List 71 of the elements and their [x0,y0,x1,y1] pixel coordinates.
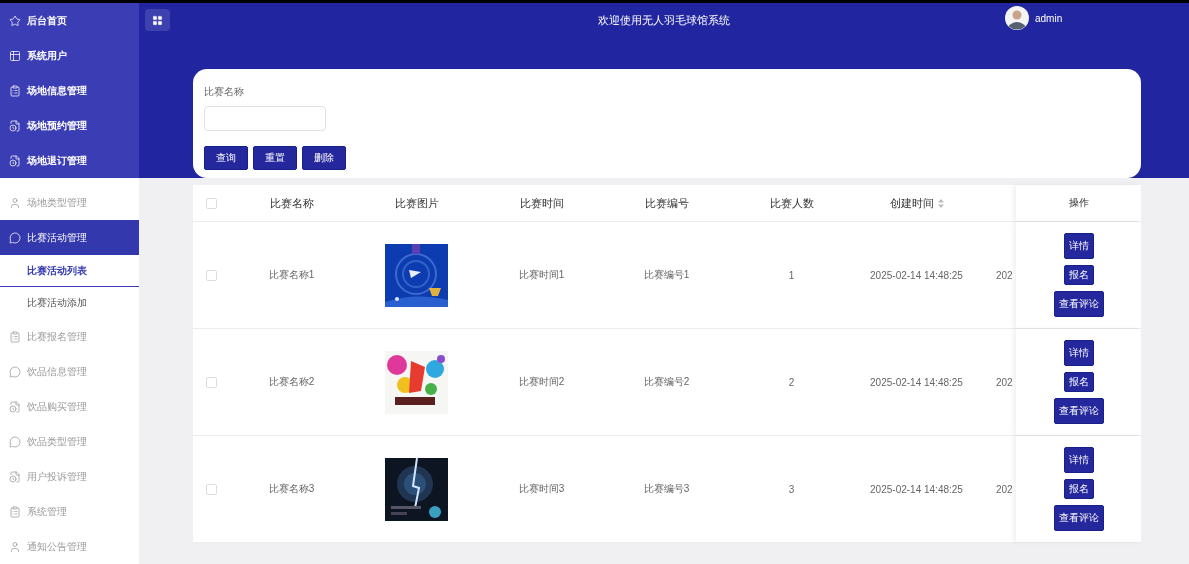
table-cell: 2025-02-14 14:48:25 [870,483,963,495]
table-cell: 比赛编号2 [643,375,690,389]
checkbox[interactable] [205,269,217,281]
input-field[interactable] [204,106,326,131]
table-cell-text: 202 [995,376,1014,388]
sidebar-item[interactable]: 比赛活动管理 [0,220,139,255]
table-cell: 比赛编号3 [643,482,690,496]
document-clock-icon [9,154,21,167]
action-button[interactable]: 报名 [1063,265,1094,285]
action-button[interactable]: 删除 [302,146,346,170]
action-button[interactable]: 查询 [204,146,248,170]
table-cell: 2025-02-14 14:48:25 [870,376,963,388]
action-button[interactable]: 详情 [1063,340,1094,366]
sidebar-item[interactable]: 场地退订管理 [0,143,139,178]
column-header: 比赛时间 [519,195,564,211]
chat-bubble-icon [9,231,21,244]
table-cell-text: 202 [995,269,1014,281]
action-button[interactable]: 报名 [1063,479,1094,499]
sort-icon[interactable] [937,198,944,208]
table-cell-text: 202 [995,483,1014,495]
document-clock-icon [9,119,21,132]
column-header: 比赛人数 [769,195,814,211]
table-cell: 比赛时间3 [518,482,565,496]
chat-bubble-icon [9,365,21,378]
sidebar-subitem[interactable]: 比赛活动添加 [0,287,139,319]
sidebar-item[interactable]: 后台首页 [0,3,139,38]
chat-bubble-icon [9,435,21,448]
table-cell: 比赛名称1 [268,268,315,282]
column-header: 操作 [1068,196,1089,210]
clipboard-icon [9,505,21,518]
column-header: 比赛名称 [269,195,314,211]
user-name[interactable]: admin [1035,12,1063,24]
column-header: 比赛图片 [394,195,439,211]
user-icon [9,196,21,209]
grid-icon [9,49,21,62]
star-icon [9,14,21,27]
action-button[interactable]: 重置 [253,146,297,170]
grid-icon [152,14,163,26]
document-clock-icon [9,400,21,413]
table-cell: 比赛时间1 [518,268,565,282]
action-button[interactable]: 查看评论 [1053,291,1104,317]
table-cell: 3 [788,483,795,495]
action-button[interactable]: 详情 [1063,447,1094,473]
table-cell: 比赛名称3 [268,482,315,496]
avatar[interactable] [1005,6,1029,30]
table-cell: 比赛编号1 [643,268,690,282]
sidebar-item[interactable]: 场地预约管理 [0,108,139,143]
table-cell: 1 [788,269,795,281]
checkbox[interactable] [205,376,217,388]
document-clock-icon [9,470,21,483]
clipboard-icon [9,84,21,97]
table-cell: 比赛名称2 [268,375,315,389]
table-cell: 比赛时间2 [518,375,565,389]
column-header[interactable]: 创建时间 [889,195,934,211]
user-icon [9,540,21,553]
field-label: 比赛名称 [204,85,245,99]
clipboard-icon [9,330,21,343]
checkbox[interactable] [205,483,217,495]
table-cell: 2025-02-14 14:48:25 [870,269,963,281]
sidebar-subitem[interactable]: 比赛活动列表 [0,255,139,287]
table-cell: 2 [788,376,795,388]
menu-button[interactable] [145,9,170,31]
action-button[interactable]: 查看评论 [1053,398,1104,424]
sidebar-item[interactable]: 系统用户 [0,38,139,73]
action-button[interactable]: 详情 [1063,233,1094,259]
action-button[interactable]: 报名 [1063,372,1094,392]
action-button[interactable]: 查看评论 [1053,505,1104,531]
checkbox[interactable] [205,197,217,209]
column-header: 比赛编号 [644,195,689,211]
header-title: 欢迎使用无人羽毛球馆系统 [598,14,730,26]
sidebar-item[interactable]: 场地信息管理 [0,73,139,108]
